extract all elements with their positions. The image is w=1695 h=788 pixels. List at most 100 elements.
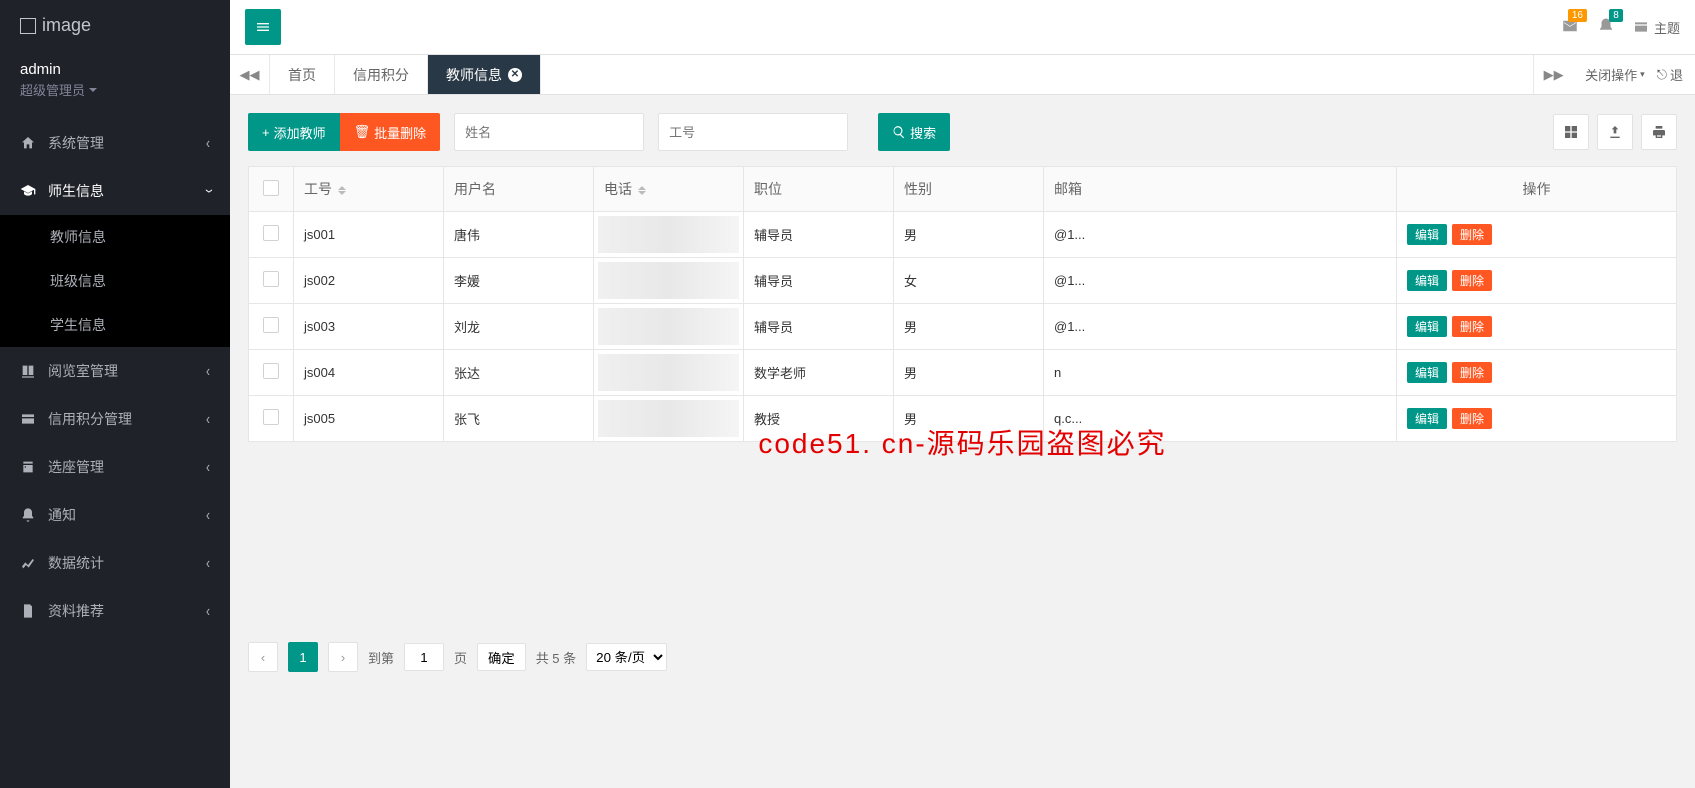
row-checkbox[interactable] xyxy=(263,225,279,241)
per-page-select[interactable]: 20 条/页 xyxy=(586,643,667,671)
chevron-down-icon: ‹ xyxy=(199,189,217,193)
grid-icon xyxy=(1563,124,1579,140)
home-icon xyxy=(20,135,36,151)
page-unit: 页 xyxy=(454,648,467,667)
cell-email: @1... xyxy=(1044,258,1397,304)
add-teacher-button[interactable]: + 添加教师 xyxy=(248,113,340,151)
cell-email: @1... xyxy=(1044,304,1397,350)
notify-button[interactable]: 8 xyxy=(1597,17,1615,38)
btn-group: + 添加教师 🗑 批量删除 xyxy=(248,113,440,151)
row-checkbox[interactable] xyxy=(263,271,279,287)
cell-username: 刘龙 xyxy=(444,304,594,350)
search-button[interactable]: 搜索 xyxy=(878,113,950,151)
select-all-checkbox[interactable] xyxy=(263,180,279,196)
cell-id: js002 xyxy=(294,258,444,304)
col-username: 用户名 xyxy=(444,167,594,212)
col-phone[interactable]: 电话 xyxy=(594,167,744,212)
chevron-left-icon: ‹ xyxy=(206,458,210,476)
batch-delete-button[interactable]: 🗑 批量删除 xyxy=(340,113,441,151)
col-email: 邮箱 xyxy=(1044,167,1397,212)
delete-button[interactable]: 删除 xyxy=(1452,316,1492,337)
doc-icon xyxy=(20,603,36,619)
goto-label: 到第 xyxy=(368,648,394,667)
name-input[interactable] xyxy=(454,113,644,151)
cell-position: 教授 xyxy=(744,396,894,442)
mail-badge: 16 xyxy=(1568,9,1587,22)
tab-list: 首页 信用积分 教师信息 ✕ xyxy=(270,55,1533,94)
chevron-left-icon: ‹ xyxy=(206,602,210,620)
column-toggle-button[interactable] xyxy=(1553,114,1589,150)
user-name: admin xyxy=(20,61,210,78)
cell-email: @1... xyxy=(1044,212,1397,258)
nav-notice[interactable]: 通知 ‹ xyxy=(0,491,230,539)
chart-icon xyxy=(20,555,36,571)
close-icon[interactable]: ✕ xyxy=(508,68,522,82)
chevron-left-icon: ‹ xyxy=(206,554,210,572)
cell-email: n xyxy=(1044,350,1397,396)
cell-id: js001 xyxy=(294,212,444,258)
user-block: admin 超级管理员 xyxy=(0,46,230,119)
cell-username: 张飞 xyxy=(444,396,594,442)
delete-button[interactable]: 删除 xyxy=(1452,362,1492,383)
delete-button[interactable]: 删除 xyxy=(1452,408,1492,429)
close-action-dropdown[interactable]: 关闭操作 ▾ xyxy=(1585,65,1645,84)
cell-phone xyxy=(594,396,744,442)
chevron-left-icon: ‹ xyxy=(206,410,210,428)
sub-teacher-info[interactable]: 教师信息 xyxy=(0,215,230,259)
exit-button[interactable]: ⎋ 退 xyxy=(1657,65,1683,84)
table-row: js003刘龙辅导员男@1...编辑删除 xyxy=(249,304,1677,350)
tab-home[interactable]: 首页 xyxy=(270,55,335,94)
nav-stats[interactable]: 数据统计 ‹ xyxy=(0,539,230,587)
next-page-button[interactable]: › xyxy=(328,642,358,672)
user-role-dropdown[interactable]: 超级管理员 xyxy=(20,80,97,99)
sub-class-info[interactable]: 班级信息 xyxy=(0,259,230,303)
search-icon xyxy=(892,125,906,139)
tab-scroll-left[interactable]: ◀◀ xyxy=(230,55,270,94)
col-position: 职位 xyxy=(744,167,894,212)
row-checkbox[interactable] xyxy=(263,409,279,425)
prev-page-button[interactable]: ‹ xyxy=(248,642,278,672)
sub-student-info[interactable]: 学生信息 xyxy=(0,303,230,347)
id-input[interactable] xyxy=(658,113,848,151)
row-checkbox[interactable] xyxy=(263,317,279,333)
export-button[interactable] xyxy=(1597,114,1633,150)
nav-credit[interactable]: 信用积分管理 ‹ xyxy=(0,395,230,443)
nav-teacher-student[interactable]: 师生信息 ‹ xyxy=(0,167,230,215)
nav-reading-room[interactable]: 阅览室管理 ‹ xyxy=(0,347,230,395)
print-icon xyxy=(1651,124,1667,140)
nav-recommend[interactable]: 资料推荐 ‹ xyxy=(0,587,230,635)
nav-system[interactable]: 系统管理 ‹ xyxy=(0,119,230,167)
cell-id: js004 xyxy=(294,350,444,396)
page-confirm-button[interactable]: 确定 xyxy=(477,643,526,671)
tab-scroll-right[interactable]: ▶▶ xyxy=(1533,55,1573,94)
theme-button[interactable]: 主题 xyxy=(1633,18,1680,37)
mail-button[interactable]: 16 xyxy=(1561,17,1579,38)
hamburger-button[interactable] xyxy=(245,9,281,45)
page-1-button[interactable]: 1 xyxy=(288,642,318,672)
delete-button[interactable]: 删除 xyxy=(1452,270,1492,291)
edit-button[interactable]: 编辑 xyxy=(1407,316,1447,337)
cell-phone xyxy=(594,304,744,350)
print-button[interactable] xyxy=(1641,114,1677,150)
cell-username: 张达 xyxy=(444,350,594,396)
content: code51. cn-源码乐园盗图必究 + 添加教师 🗑 批量删除 xyxy=(230,95,1695,788)
col-operate: 操作 xyxy=(1397,167,1677,212)
col-id[interactable]: 工号 xyxy=(294,167,444,212)
cell-gender: 男 xyxy=(894,212,1044,258)
edit-button[interactable]: 编辑 xyxy=(1407,270,1447,291)
edit-button[interactable]: 编辑 xyxy=(1407,408,1447,429)
nav-seat[interactable]: 选座管理 ‹ xyxy=(0,443,230,491)
edit-button[interactable]: 编辑 xyxy=(1407,224,1447,245)
logo-icon xyxy=(20,18,36,34)
cell-gender: 男 xyxy=(894,350,1044,396)
cell-phone xyxy=(594,258,744,304)
page-input[interactable] xyxy=(404,643,444,671)
tab-credit[interactable]: 信用积分 xyxy=(335,55,428,94)
card-icon xyxy=(20,411,36,427)
main: 16 8 主题 ◀◀ 首页 信用积分 教师信息 ✕ xyxy=(230,0,1695,788)
tabs: ◀◀ 首页 信用积分 教师信息 ✕ ▶▶ 关闭操作 ▾ ⎋ 退 xyxy=(230,55,1695,95)
tab-teacher[interactable]: 教师信息 ✕ xyxy=(428,55,541,94)
edit-button[interactable]: 编辑 xyxy=(1407,362,1447,383)
row-checkbox[interactable] xyxy=(263,363,279,379)
delete-button[interactable]: 删除 xyxy=(1452,224,1492,245)
